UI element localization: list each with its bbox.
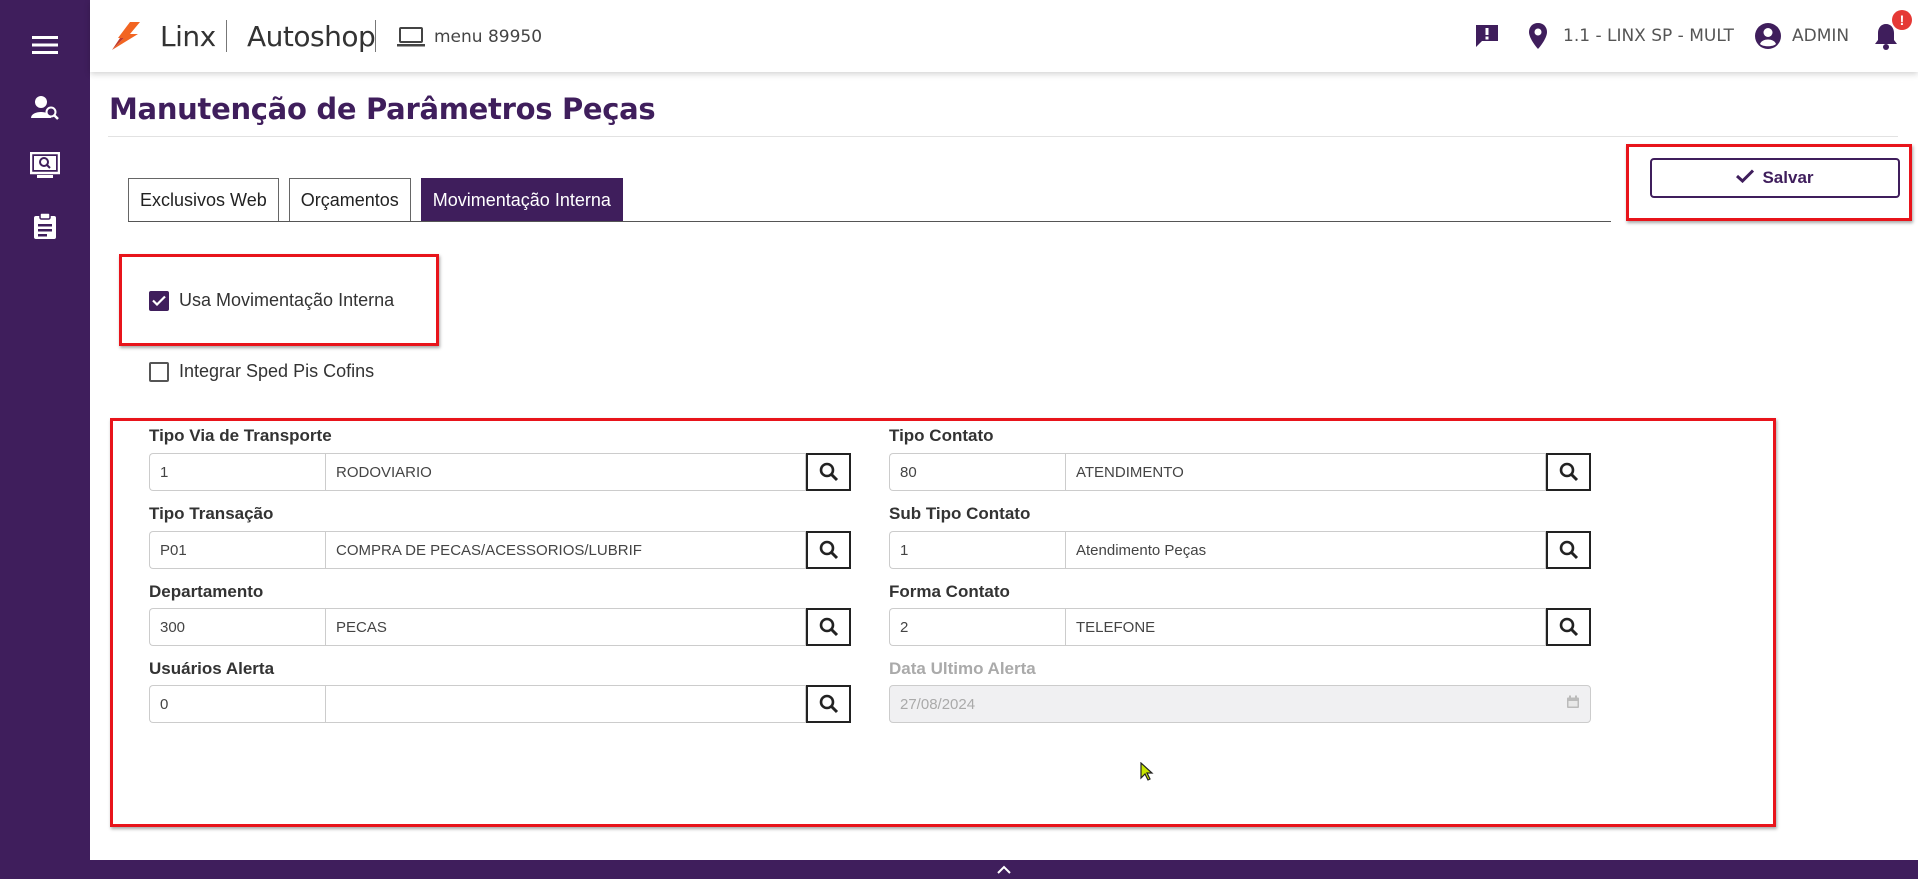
checkbox-unchecked[interactable] [149,361,169,382]
top-bar: Linx Autoshop menu 89950 1.1 - LINX SP -… [90,0,1918,72]
forma-contato-lookup: 2 TELEFONE [889,608,1591,646]
forma-contato-desc-input: TELEFONE [1065,608,1546,646]
sidebar [0,0,90,879]
laptop-icon [396,26,426,53]
save-button[interactable]: Salvar [1650,158,1900,198]
location-pin-icon[interactable] [1528,22,1548,55]
header-divider [375,20,376,52]
tipo-contato-search-button[interactable] [1546,453,1591,491]
tab-underline [128,221,1611,222]
monitor-search-icon[interactable] [29,150,61,182]
data-ultimo-alerta-input: 27/08/2024 [889,685,1591,723]
forma-contato-code-input[interactable]: 2 [889,608,1065,646]
tipo-contato-code-input[interactable]: 80 [889,453,1065,491]
tipo-via-desc-input: RODOVIARIO [325,453,806,491]
save-button-label: Salvar [1762,168,1814,187]
check-icon [1736,168,1755,188]
search-icon [819,540,838,560]
search-icon [819,462,838,482]
tab-bar: Exclusivos Web Orçamentos Movimentação I… [128,178,633,222]
clipboard-icon[interactable] [29,210,61,242]
tipo-via-search-button[interactable] [806,453,851,491]
sub-tipo-contato-desc-input: Atendimento Peças [1065,531,1546,569]
data-ultimo-alerta-value: 27/08/2024 [900,695,976,713]
tab-orcamentos[interactable]: Orçamentos [288,178,411,222]
location-label[interactable]: 1.1 - LINX SP - MULT [1563,26,1734,46]
usuarios-alerta-label: Usuários Alerta [149,659,275,678]
usuarios-alerta-desc-input [325,685,806,723]
tipo-transacao-search-button[interactable] [806,531,851,569]
usuarios-alerta-search-button[interactable] [806,685,851,723]
linx-logo-icon [108,20,142,57]
tipo-via-label: Tipo Via de Transporte [149,426,332,445]
tipo-via-lookup: 1 RODOVIARIO [149,453,851,491]
forma-contato-label: Forma Contato [889,582,1010,601]
tipo-transacao-lookup: P01 COMPRA DE PECAS/ACESSORIOS/LUBRIF [149,531,851,569]
menu-code: menu 89950 [434,27,543,47]
usuarios-alerta-code-input[interactable]: 0 [149,685,325,723]
bottom-bar[interactable] [90,860,1918,879]
tab-exclusivos-web[interactable]: Exclusivos Web [128,178,279,222]
data-ultimo-alerta-label: Data Ultimo Alerta [889,659,1036,678]
tipo-contato-label: Tipo Contato [889,426,994,445]
departamento-lookup: 300 PECAS [149,608,851,646]
tab-movimentacao-interna[interactable]: Movimentação Interna [420,178,623,222]
tipo-transacao-label: Tipo Transação [149,504,274,523]
departamento-code-input[interactable]: 300 [149,608,325,646]
search-icon [1559,540,1578,560]
sub-tipo-contato-label: Sub Tipo Contato [889,504,1031,523]
brand-name: Linx [160,20,216,53]
user-name[interactable]: ADMIN [1792,26,1849,46]
title-divider [108,136,1898,137]
search-icon [1559,462,1578,482]
sub-tipo-contato-search-button[interactable] [1546,531,1591,569]
sub-tipo-contato-code-input[interactable]: 1 [889,531,1065,569]
usuarios-alerta-lookup: 0 [149,685,851,723]
integrar-sped-label: Integrar Sped Pis Cofins [179,361,375,381]
checkbox-checked[interactable] [149,290,169,311]
user-search-icon[interactable] [29,91,61,123]
departamento-desc-input: PECAS [325,608,806,646]
search-icon [1559,617,1578,637]
search-icon [819,694,838,714]
sub-tipo-contato-lookup: 1 Atendimento Peças [889,531,1591,569]
user-avatar-icon[interactable] [1754,22,1782,55]
menu-icon[interactable] [29,29,61,61]
page-title: Manutenção de Parâmetros Peças [109,92,656,126]
feedback-icon[interactable] [1474,23,1500,54]
tipo-transacao-code-input[interactable]: P01 [149,531,325,569]
tipo-contato-desc-input: ATENDIMENTO [1065,453,1546,491]
forma-contato-search-button[interactable] [1546,608,1591,646]
search-icon [819,617,838,637]
mouse-cursor-icon [1140,761,1154,787]
integrar-sped-checkbox[interactable]: Integrar Sped Pis Cofins [149,361,374,382]
usa-movimentacao-label: Usa Movimentação Interna [179,290,395,310]
product-name: Autoshop [247,20,376,53]
header-divider [226,20,227,52]
chevron-up-icon [997,865,1011,874]
departamento-label: Departamento [149,582,264,601]
tipo-via-code-input[interactable]: 1 [149,453,325,491]
tipo-contato-lookup: 80 ATENDIMENTO [889,453,1591,491]
notification-badge: ! [1892,10,1912,30]
departamento-search-button[interactable] [806,608,851,646]
calendar-icon [1566,695,1580,713]
usa-movimentacao-checkbox[interactable]: Usa Movimentação Interna [149,290,394,311]
tipo-transacao-desc-input: COMPRA DE PECAS/ACESSORIOS/LUBRIF [325,531,806,569]
